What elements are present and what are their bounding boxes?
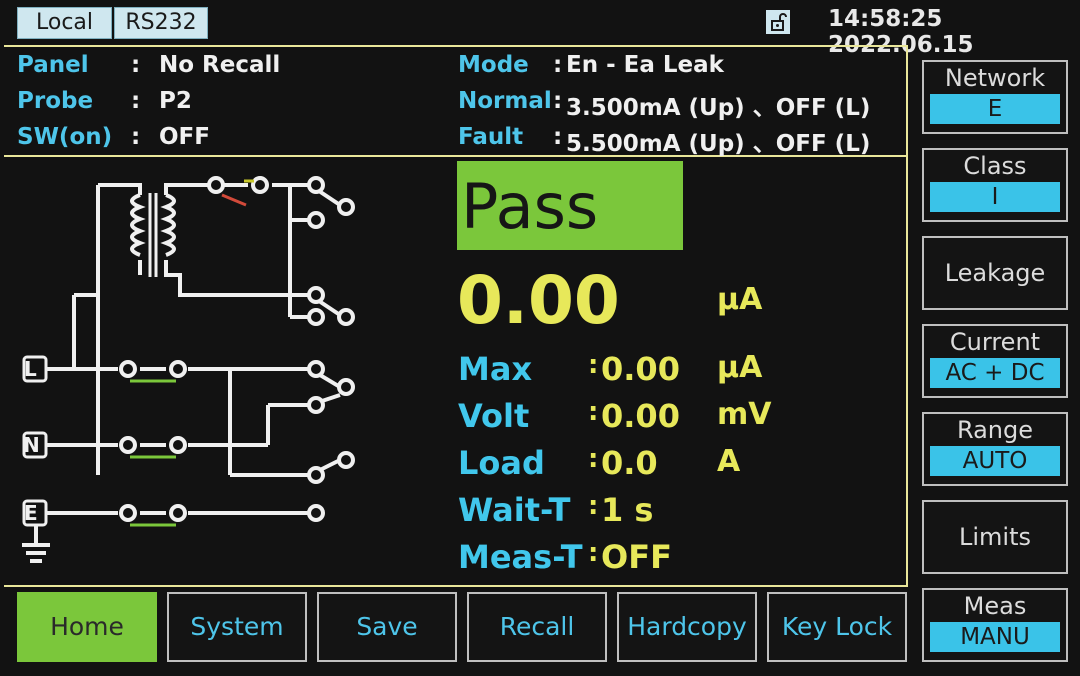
normal-label: Normal (458, 88, 552, 114)
recall-button[interactable]: Recall (467, 592, 607, 662)
sw-label: SW(on) (17, 124, 113, 150)
normal-value: 3.500mA (Up) 、OFF (L) (566, 95, 871, 121)
meas-time-label: Meas-T (458, 538, 583, 576)
wait-time-value: 1 s (601, 491, 654, 529)
max-value: 0.00 (601, 350, 680, 388)
range-button[interactable]: Range AUTO (922, 412, 1068, 486)
colon: : (588, 491, 599, 521)
colon: : (588, 397, 599, 427)
volt-label: Volt (458, 397, 530, 435)
class-value: I (930, 182, 1060, 212)
probe-value: P2 (159, 88, 192, 114)
save-button[interactable]: Save (317, 592, 457, 662)
meas-button[interactable]: Meas MANU (922, 588, 1068, 662)
load-value: 0.0 (601, 444, 658, 482)
volt-unit: mV (717, 397, 772, 432)
load-label: Load (458, 444, 545, 482)
unlock-icon (766, 10, 790, 34)
colon: : (131, 124, 141, 150)
panel-label: Panel (17, 52, 89, 78)
terminal-l-label: L (24, 357, 37, 381)
current-value: AC + DC (930, 358, 1060, 388)
local-mode-indicator: Local (17, 7, 112, 39)
mode-value: En - Ea Leak (566, 52, 724, 78)
current-button[interactable]: Current AC + DC (922, 324, 1068, 398)
terminal-n-label: N (23, 433, 40, 457)
colon: : (588, 538, 599, 568)
circuit-diagram (22, 176, 355, 563)
class-label: Class (963, 152, 1027, 180)
meas-value: MANU (930, 622, 1060, 652)
reading-value: 0.00 (457, 262, 620, 339)
colon: : (131, 52, 141, 78)
home-button[interactable]: Home (17, 592, 157, 662)
network-label: Network (944, 64, 1046, 92)
leakage-label: Leakage (944, 259, 1046, 287)
reading-unit: µA (717, 282, 763, 317)
terminal-e-label: E (24, 501, 38, 525)
current-label: Current (949, 328, 1041, 356)
fault-label: Fault (458, 124, 524, 150)
colon: : (588, 444, 599, 474)
network-value: E (930, 94, 1060, 124)
wait-time-label: Wait-T (458, 491, 571, 529)
key-lock-button[interactable]: Key Lock (767, 592, 907, 662)
range-value: AUTO (930, 446, 1060, 476)
sw-value: OFF (159, 124, 210, 150)
colon: : (553, 52, 563, 78)
class-button[interactable]: Class I (922, 148, 1068, 222)
network-button[interactable]: Network E (922, 60, 1068, 134)
divider (906, 45, 908, 587)
limits-button[interactable]: Limits (922, 500, 1068, 574)
rs232-interface-indicator: RS232 (114, 7, 208, 39)
divider (4, 45, 908, 47)
meas-time-value: OFF (601, 538, 672, 576)
system-button[interactable]: System (167, 592, 307, 662)
leakage-button[interactable]: Leakage (922, 236, 1068, 310)
limits-label: Limits (959, 523, 1031, 551)
volt-value: 0.00 (601, 397, 680, 435)
pass-status: Pass (457, 161, 683, 250)
max-label: Max (458, 350, 533, 388)
fault-value: 5.500mA (Up) 、OFF (L) (566, 131, 871, 157)
colon: : (553, 88, 563, 114)
datetime-display: 14:58:25 2022.06.15 (828, 6, 974, 58)
colon: : (553, 124, 563, 150)
load-unit: A (717, 444, 741, 479)
colon: : (131, 88, 141, 114)
divider (4, 585, 908, 587)
max-unit: µA (717, 350, 763, 385)
colon: : (588, 350, 599, 380)
hardcopy-button[interactable]: Hardcopy (617, 592, 757, 662)
mode-label: Mode (458, 52, 529, 78)
probe-label: Probe (17, 88, 94, 114)
panel-value: No Recall (159, 52, 281, 78)
meas-label: Meas (963, 592, 1027, 620)
range-label: Range (956, 416, 1034, 444)
